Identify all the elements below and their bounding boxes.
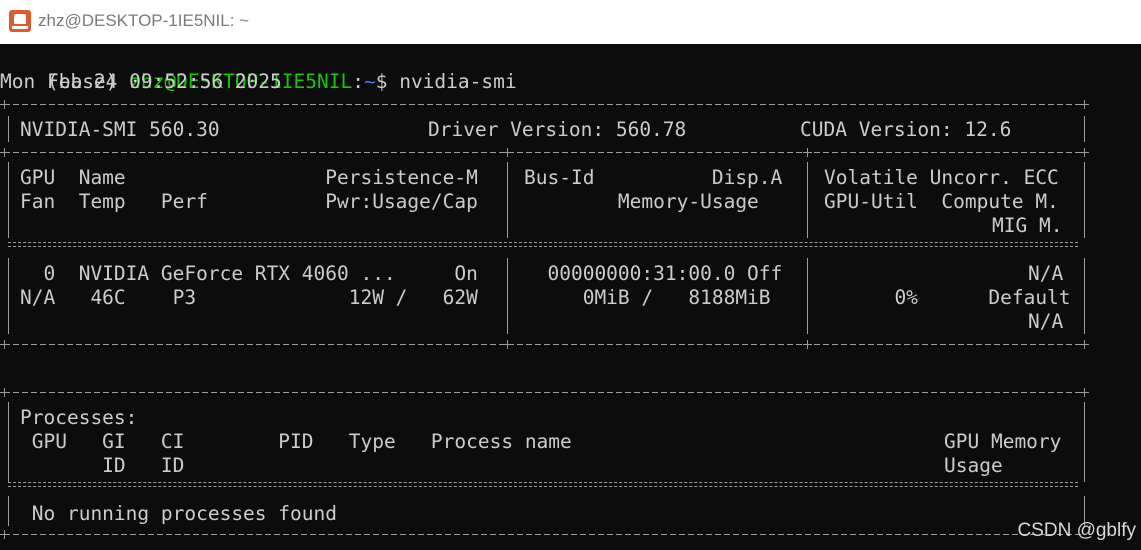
table-left-border	[8, 116, 9, 142]
table-right-border	[1084, 116, 1085, 142]
terminal-output[interactable]: (base) zhz@DESKTOP-1IE5NIL:~$ nvidia-smi…	[0, 44, 1141, 550]
double-separator	[8, 482, 1078, 487]
prompt-path: ~	[363, 70, 376, 93]
gpu-row-ecc: N/A	[1028, 262, 1064, 285]
process-table-bottom-border	[4, 534, 1084, 535]
title-bar: zhz@DESKTOP-1IE5NIL: ~	[0, 0, 1141, 44]
process-header-row1: GPU GI CI PID Type Process name	[20, 430, 572, 453]
table-corner	[1080, 148, 1089, 157]
column-divider	[507, 162, 508, 238]
smi-version: NVIDIA-SMI 560.30	[20, 118, 220, 141]
table-left-border	[8, 402, 9, 482]
no-processes-message: No running processes found	[20, 502, 337, 525]
column-divider	[507, 258, 508, 334]
gpu-row-temp-power: N/A 46C P3 12W / 62W	[20, 286, 478, 309]
table-joint	[503, 148, 512, 157]
process-table-top-border	[4, 392, 1084, 393]
table-corner	[1080, 100, 1089, 109]
table-right-border	[1084, 258, 1085, 334]
gpu-row-bus-id: 00000000:31:00.0 Off	[524, 262, 783, 285]
timestamp: Mon Feb 24 09:52:56 2025	[0, 70, 282, 93]
col-header-volatile: Volatile Uncorr. ECC	[824, 166, 1059, 189]
col-header-gpu-util: GPU-Util Compute M.	[824, 190, 1059, 213]
col-header-gpu-name: GPU Name Persistence-M	[20, 166, 478, 189]
gpu-row-mig: N/A	[1028, 310, 1064, 333]
header-separator	[4, 152, 1084, 153]
command-text: nvidia-smi	[399, 70, 517, 93]
prompt-line: (base) zhz@DESKTOP-1IE5NIL:~$ nvidia-smi	[0, 46, 517, 93]
table-left-border	[8, 162, 9, 238]
gpu-row-util-compute: 0% Default	[824, 286, 1071, 309]
table-corner	[1080, 340, 1089, 349]
table-bottom-border	[4, 344, 1084, 345]
col-header-bus-id: Bus-Id Disp.A	[524, 166, 783, 189]
ubuntu-terminal-icon	[9, 10, 31, 32]
double-separator	[8, 242, 1078, 247]
col-header-mig: MIG M.	[992, 214, 1063, 237]
table-corner	[1080, 388, 1089, 397]
col-header-memory-usage: Memory-Usage	[524, 190, 759, 213]
column-divider	[807, 258, 808, 334]
table-left-border	[8, 258, 9, 334]
gpu-row-memory: 0MiB / 8188MiB	[524, 286, 771, 309]
table-left-border	[8, 496, 9, 526]
table-corner	[0, 148, 9, 157]
prompt-symbol: $	[375, 70, 400, 93]
watermark: CSDN @gblfy	[1017, 520, 1136, 541]
driver-version: Driver Version: 560.78	[428, 118, 687, 141]
process-header-gpu-memory: GPU Memory	[944, 430, 1062, 453]
table-joint	[803, 148, 812, 157]
col-header-fan-temp: Fan Temp Perf Pwr:Usage/Cap	[20, 190, 478, 213]
table-corner	[0, 340, 9, 349]
process-header-row2: ID ID	[20, 454, 185, 477]
window-title: zhz@DESKTOP-1IE5NIL: ~	[38, 11, 250, 30]
table-corner	[0, 388, 9, 397]
processes-title: Processes:	[20, 406, 138, 429]
table-top-border	[4, 104, 1084, 105]
table-joint	[803, 340, 812, 349]
column-divider	[807, 162, 808, 238]
table-joint	[503, 340, 512, 349]
cuda-version: CUDA Version: 12.6	[800, 118, 1012, 141]
gpu-row-name: 0 NVIDIA GeForce RTX 4060 ... On	[20, 262, 478, 285]
table-right-border	[1084, 402, 1085, 482]
prompt-colon: :	[352, 70, 364, 93]
table-right-border	[1084, 162, 1085, 238]
table-corner	[0, 530, 9, 539]
process-header-usage: Usage	[944, 454, 1003, 477]
table-corner	[0, 100, 9, 109]
